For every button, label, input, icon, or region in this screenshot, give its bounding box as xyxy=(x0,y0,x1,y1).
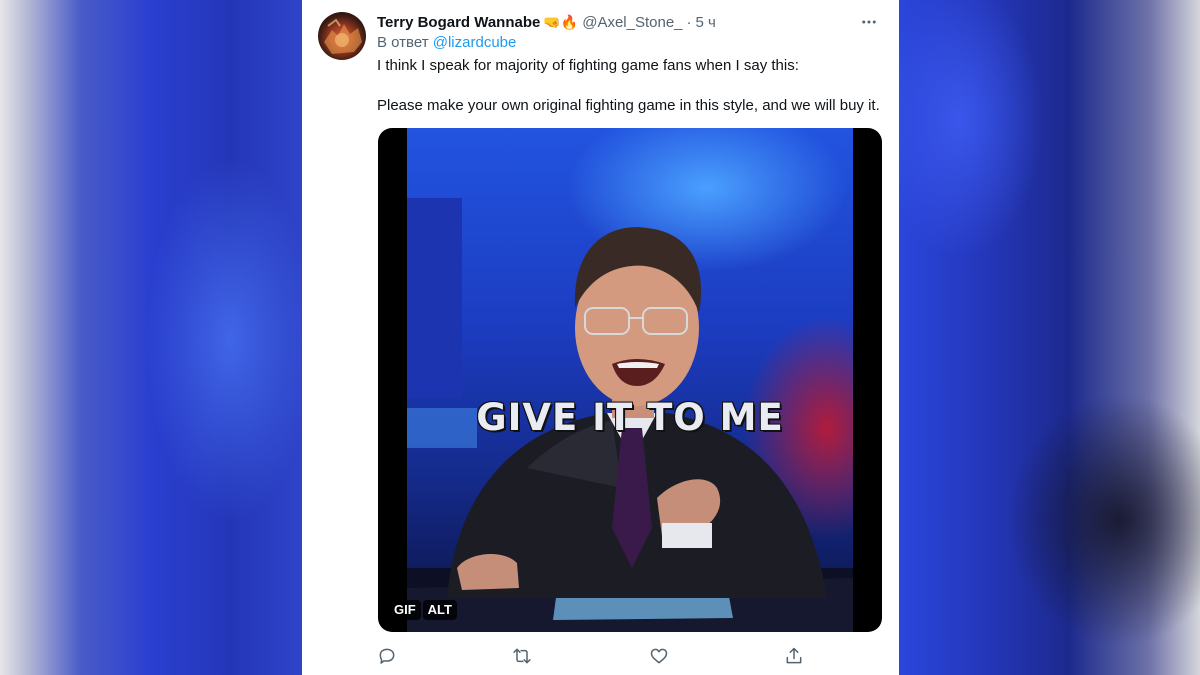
gif-scene-illustration xyxy=(407,198,853,632)
timestamp[interactable]: 5 ч xyxy=(696,14,716,31)
blurred-background-right xyxy=(899,0,1200,675)
tweet-card: Terry Bogard Wannabe 🤜🔥 @Axel_Stone_ · 5… xyxy=(302,0,899,675)
share-icon xyxy=(786,647,802,664)
tweet-text: I think I speak for majority of fighting… xyxy=(377,56,883,136)
like-icon xyxy=(650,648,668,664)
media-badges: GIF ALT xyxy=(389,600,457,620)
reply-to-link[interactable]: @lizardcube xyxy=(433,34,517,51)
blurred-background-left xyxy=(0,0,302,675)
retweet-icon xyxy=(513,648,531,664)
author-handle[interactable]: @Axel_Stone_ xyxy=(582,14,682,31)
gif-caption: GIVE IT TO ME xyxy=(476,396,784,439)
share-button[interactable] xyxy=(782,644,806,668)
gif-badge: GIF xyxy=(389,600,421,620)
retweet-button[interactable] xyxy=(510,644,534,668)
reply-button[interactable] xyxy=(375,644,399,668)
reply-icon xyxy=(379,648,395,664)
reply-context: В ответ @lizardcube xyxy=(377,34,516,51)
tweet-actions xyxy=(378,644,808,668)
avatar[interactable] xyxy=(318,12,366,60)
tweet-text-line-2: Please make your own original fighting g… xyxy=(377,97,880,114)
separator-dot: · xyxy=(686,13,692,31)
alt-badge[interactable]: ALT xyxy=(422,600,457,620)
author-name[interactable]: Terry Bogard Wannabe xyxy=(377,14,540,31)
more-options-button[interactable] xyxy=(855,10,883,34)
gif-frame: GIVE IT TO ME xyxy=(407,128,853,632)
author-emojis: 🤜🔥 xyxy=(543,14,579,30)
reply-prefix: В ответ xyxy=(377,34,429,51)
tweet-header: Terry Bogard Wannabe 🤜🔥 @Axel_Stone_ · 5… xyxy=(377,12,883,32)
like-button[interactable] xyxy=(647,644,671,668)
gif-media[interactable]: GIVE IT TO ME GIF ALT xyxy=(378,128,882,632)
avatar-image xyxy=(324,18,362,54)
tweet-text-line-1: I think I speak for majority of fighting… xyxy=(377,57,799,74)
more-icon xyxy=(862,20,876,24)
